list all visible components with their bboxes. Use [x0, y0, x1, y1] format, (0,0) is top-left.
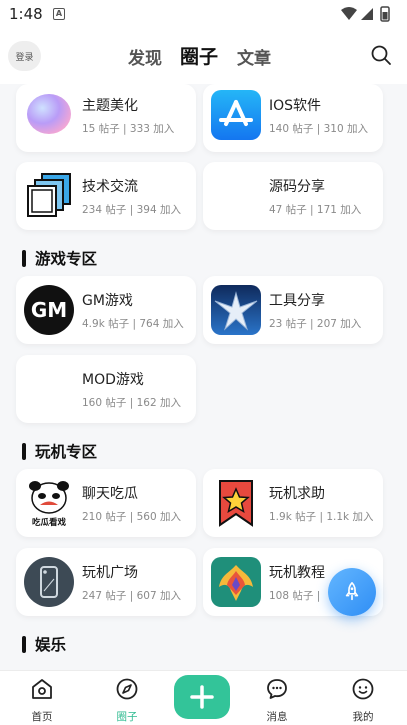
notification-icon: A — [53, 8, 65, 20]
circle-card-ios[interactable]: IOS软件 140 帖子 | 310 加入 — [203, 84, 383, 152]
tabbar-home[interactable]: 首页 — [12, 677, 72, 724]
app-store-icon — [211, 90, 261, 140]
status-icons — [341, 6, 390, 22]
circle-card-source[interactable]: 源码分享 47 帖子 | 171 加入 — [203, 162, 383, 230]
circle-name: 聊天吃瓜 — [82, 486, 138, 502]
section-title-fun: 娱乐 — [22, 633, 66, 655]
circle-name: IOS软件 — [269, 98, 322, 114]
circle-stats: 108 帖子 | — [269, 590, 321, 602]
circle-stats: 140 帖子 | 310 加入 — [269, 123, 368, 135]
svg-text:吃瓜看戏: 吃瓜看戏 — [32, 517, 67, 528]
circle-card-mod[interactable]: MOD游戏 160 帖子 | 162 加入 — [16, 355, 196, 423]
magisk-icon — [211, 557, 261, 607]
tab-articles[interactable]: 文章 — [237, 44, 271, 69]
circle-card-help[interactable]: 玩机求助 1.9k 帖子 | 1.1k 加入 — [203, 469, 383, 537]
search-icon[interactable] — [369, 43, 393, 67]
circle-stats: 15 帖子 | 333 加入 — [82, 123, 175, 135]
panda-meme-icon: 吃瓜看戏 — [24, 478, 74, 528]
circle-name: GM游戏 — [82, 293, 133, 309]
circle-stats: 23 帖子 | 207 加入 — [269, 318, 362, 330]
circle-stats: 210 帖子 | 560 加入 — [82, 511, 181, 523]
wifi-icon — [341, 7, 357, 20]
circle-card-tech[interactable]: 技术交流 234 帖子 | 394 加入 — [16, 162, 196, 230]
tabbar-label: 消息 — [266, 711, 288, 723]
circle-name: 主题美化 — [82, 98, 138, 114]
compass-icon — [116, 678, 138, 700]
section-title-games: 游戏专区 — [22, 247, 97, 269]
tab-discover[interactable]: 发现 — [128, 44, 162, 69]
circle-stats: 1.9k 帖子 | 1.1k 加入 — [269, 511, 374, 523]
home-icon — [32, 679, 52, 699]
circle-card-theme[interactable]: 主题美化 15 帖子 | 333 加入 — [16, 84, 196, 152]
gm-logo-icon: GM — [24, 285, 74, 335]
circle-name: MOD游戏 — [82, 372, 144, 388]
circle-stats: 4.9k 帖子 | 764 加入 — [82, 318, 184, 330]
phone-icon — [24, 557, 74, 607]
tabbar-messages[interactable]: 消息 — [247, 677, 307, 724]
circle-stats: 160 帖子 | 162 加入 — [82, 397, 181, 409]
tabbar-label: 我的 — [352, 711, 374, 723]
chat-bubble-icon — [267, 679, 287, 699]
circle-stats: 234 帖子 | 394 加入 — [82, 204, 181, 216]
star-ribbon-icon — [211, 478, 261, 528]
eagle-badge-icon — [211, 285, 261, 335]
circle-card-gm[interactable]: GM GM游戏 4.9k 帖子 | 764 加入 — [16, 276, 196, 344]
section-title-phone: 玩机专区 — [22, 440, 97, 462]
rocket-fab-button[interactable] — [328, 568, 376, 616]
tabbar-label: 圈子 — [116, 711, 138, 723]
circle-name: 技术交流 — [82, 179, 138, 195]
layers-icon — [24, 171, 74, 221]
circle-name: 玩机广场 — [82, 565, 138, 581]
login-button[interactable]: 登录 — [8, 41, 41, 71]
circle-card-square[interactable]: 玩机广场 247 帖子 | 607 加入 — [16, 548, 196, 616]
circle-stats: 47 帖子 | 171 加入 — [269, 204, 362, 216]
plus-icon — [190, 685, 214, 709]
circle-name: 玩机求助 — [269, 486, 325, 502]
circle-name: 工具分享 — [269, 293, 325, 309]
theme-thumb — [24, 90, 74, 140]
circle-name: 源码分享 — [269, 179, 325, 195]
tab-circles[interactable]: 圈子 — [180, 42, 218, 69]
rocket-icon — [345, 582, 359, 601]
add-post-button[interactable] — [174, 675, 230, 719]
tabbar-circles[interactable]: 圈子 — [97, 677, 157, 724]
status-bar: 1:48 A — [0, 0, 407, 28]
circle-card-chat[interactable]: 吃瓜看戏 聊天吃瓜 210 帖子 | 560 加入 — [16, 469, 196, 537]
circle-name: 玩机教程 — [269, 565, 325, 581]
status-time: 1:48 — [9, 5, 43, 23]
signal-icon — [361, 8, 373, 20]
svg-text:GM: GM — [31, 298, 67, 322]
circle-card-tools[interactable]: 工具分享 23 帖子 | 207 加入 — [203, 276, 383, 344]
tabbar-label: 首页 — [31, 711, 53, 723]
circle-stats: 247 帖子 | 607 加入 — [82, 590, 181, 602]
top-header: 登录 发现 圈子 文章 — [0, 28, 407, 84]
bottom-tab-bar: 首页 圈子 消息 我的 — [0, 670, 407, 725]
smile-face-icon — [352, 678, 374, 700]
tabbar-me[interactable]: 我的 — [333, 677, 393, 724]
